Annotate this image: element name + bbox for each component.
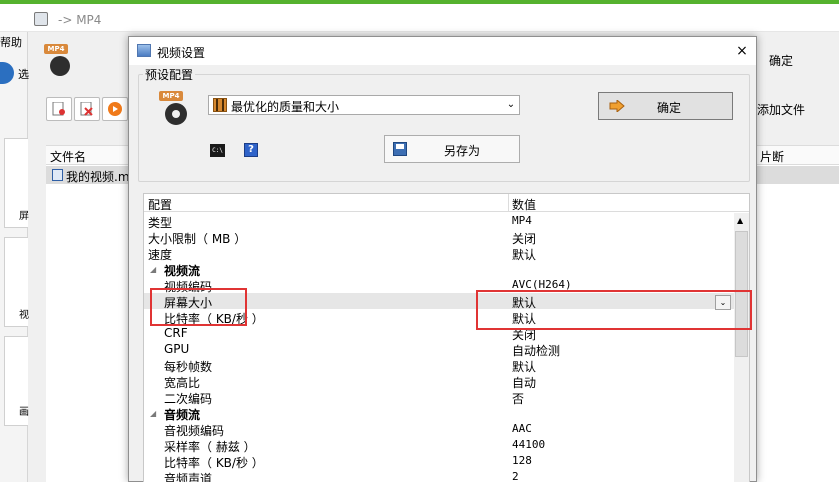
preset-group <box>138 74 750 182</box>
segment-row[interactable] <box>757 166 839 184</box>
preset-group-label: 预设配置 <box>143 66 196 83</box>
scroll-thumb[interactable] <box>735 231 748 357</box>
new-task-button[interactable] <box>46 97 72 121</box>
main-confirm-label: 确定 <box>769 54 794 68</box>
grid-row[interactable]: 速度 默认 <box>144 245 734 262</box>
side-tile-picture[interactable]: 画 <box>4 336 29 426</box>
film-strip-icon <box>213 98 227 112</box>
setting-value[interactable]: 2 <box>512 470 519 482</box>
value-column-header: 数值 <box>512 198 537 212</box>
grid-rows: 类型 MP4 大小限制（ MB ）关闭 速度 默认 ◢ 视频流 视频编码 AVC(H264) 屏幕… <box>144 213 734 482</box>
file-list-row[interactable]: 我的视频.m <box>46 166 130 184</box>
side-tile-screen[interactable]: 屏 <box>4 138 29 228</box>
file-list-header[interactable]: 文件名 <box>46 145 130 165</box>
segment-list[interactable] <box>757 145 839 482</box>
side-tile-label: 视 <box>19 310 29 321</box>
arrow-right-icon <box>609 100 625 112</box>
setting-name: CRF <box>164 326 188 340</box>
chevron-down-icon[interactable]: ⌄ <box>504 97 518 113</box>
grid-row[interactable]: 二次编码否 <box>144 389 734 406</box>
save-as-label: 另存为 <box>444 144 481 158</box>
grid-header: 配置 数值 <box>144 194 749 212</box>
delete-icon <box>80 102 93 116</box>
play-icon <box>108 102 122 116</box>
help-icon[interactable]: ? <box>244 143 258 157</box>
value-dropdown-button[interactable]: ⌄ <box>715 295 731 310</box>
file-name-column-label: 文件名 <box>50 150 87 164</box>
grid-section-row[interactable]: ◢ 音频流 <box>144 405 734 422</box>
grid-row[interactable]: 类型 MP4 <box>144 213 734 230</box>
grid-row[interactable]: 宽高比 自动 <box>144 373 734 390</box>
mp4-badge: MP4 <box>44 44 68 54</box>
grid-section-row[interactable]: ◢ 视频流 <box>144 261 734 278</box>
play-button[interactable] <box>102 97 128 121</box>
grid-row[interactable]: 采样率（ 赫兹 ） 44100 <box>144 437 734 454</box>
file-icon <box>52 169 63 181</box>
new-file-icon <box>52 102 65 116</box>
setting-value[interactable]: AVC(H264) <box>512 278 572 291</box>
main-window-title: -> MP4 <box>58 13 102 27</box>
delete-button[interactable] <box>74 97 100 121</box>
grid-row[interactable]: GPU 自动检测 <box>144 341 734 358</box>
setting-value[interactable]: 128 <box>512 454 532 467</box>
collapse-triangle-icon[interactable]: ◢ <box>150 409 156 418</box>
add-file-label: 添加文件 <box>757 103 806 117</box>
command-line-icon[interactable]: C:\ <box>210 144 225 157</box>
settings-grid[interactable]: 配置 数值 类型 MP4 大小限制（ MB ）关闭 速度 默认 ◢ 视频流 视频编码 AVC(H… <box>143 193 750 482</box>
main-confirm-button[interactable]: 确定 <box>757 44 839 76</box>
grid-row[interactable]: 屏幕大小 默认 <box>144 293 734 310</box>
image-icon <box>137 44 151 57</box>
segment-column-label: 片断 <box>760 150 785 164</box>
setting-value[interactable]: 44100 <box>512 438 545 451</box>
mp4-preset-icon: MP4 <box>159 91 189 127</box>
setting-value[interactable]: AAC <box>512 422 532 435</box>
file-name: 我的视频.m <box>66 170 130 184</box>
config-column-header: 配置 <box>148 198 173 212</box>
grid-row[interactable]: CRF 关闭 <box>144 325 734 342</box>
setting-value[interactable]: MP4 <box>512 214 532 227</box>
save-as-button[interactable]: 另存为 <box>384 135 520 163</box>
grid-row[interactable]: 音频声道 2 <box>144 469 734 482</box>
grid-row[interactable]: 视频编码 AVC(H264) <box>144 277 734 294</box>
floppy-disk-icon <box>393 142 407 156</box>
side-tile-video[interactable]: 视 <box>4 237 29 327</box>
add-file-button[interactable]: 添加文件 <box>757 96 839 122</box>
preset-select[interactable]: 最优化的质量和大小 ⌄ <box>208 95 520 115</box>
dialog-titlebar[interactable]: 视频设置 × <box>129 37 756 65</box>
grid-row[interactable]: 大小限制（ MB ）关闭 <box>144 229 734 246</box>
main-titlebar: -> MP4 <box>0 4 839 32</box>
column-separator <box>508 194 509 212</box>
film-reel-icon <box>165 103 187 125</box>
segment-column-header[interactable]: 片断 <box>757 145 839 165</box>
file-list[interactable] <box>46 145 130 482</box>
app-icon <box>34 12 48 26</box>
grid-row[interactable]: 每秒帧数 默认 <box>144 357 734 374</box>
grid-row[interactable]: 比特率（ KB/秒 ） 128 <box>144 453 734 470</box>
side-tile-label: 画 <box>19 407 29 418</box>
video-settings-dialog: 视频设置 × 预设配置 MP4 最优化的质量和大小 ⌄ 确定 C:\ ? 另存为… <box>128 36 757 482</box>
confirm-label: 确定 <box>657 101 682 115</box>
mp4-badge: MP4 <box>159 91 183 101</box>
confirm-button[interactable]: 确定 <box>598 92 733 120</box>
menu-help[interactable]: 帮助 <box>0 34 22 50</box>
grid-scrollbar[interactable]: ▲ <box>734 213 749 482</box>
side-tile-label: 屏 <box>19 211 29 222</box>
close-button[interactable]: × <box>733 42 751 60</box>
preset-selected-value: 最优化的质量和大小 <box>231 100 340 114</box>
select-label[interactable]: 选 <box>18 66 29 82</box>
setting-name: 音频声道 <box>164 472 213 482</box>
scroll-up-icon[interactable]: ▲ <box>737 216 743 225</box>
grid-row[interactable]: 音视频编码 AAC <box>144 421 734 438</box>
dialog-title: 视频设置 <box>157 46 206 60</box>
setting-name: GPU <box>164 342 190 356</box>
film-reel-icon <box>50 56 70 76</box>
collapse-triangle-icon[interactable]: ◢ <box>150 265 156 274</box>
grid-row[interactable]: 比特率（ KB/秒 ）默认 <box>144 309 734 326</box>
mp4-format-icon[interactable]: MP4 <box>44 44 72 78</box>
